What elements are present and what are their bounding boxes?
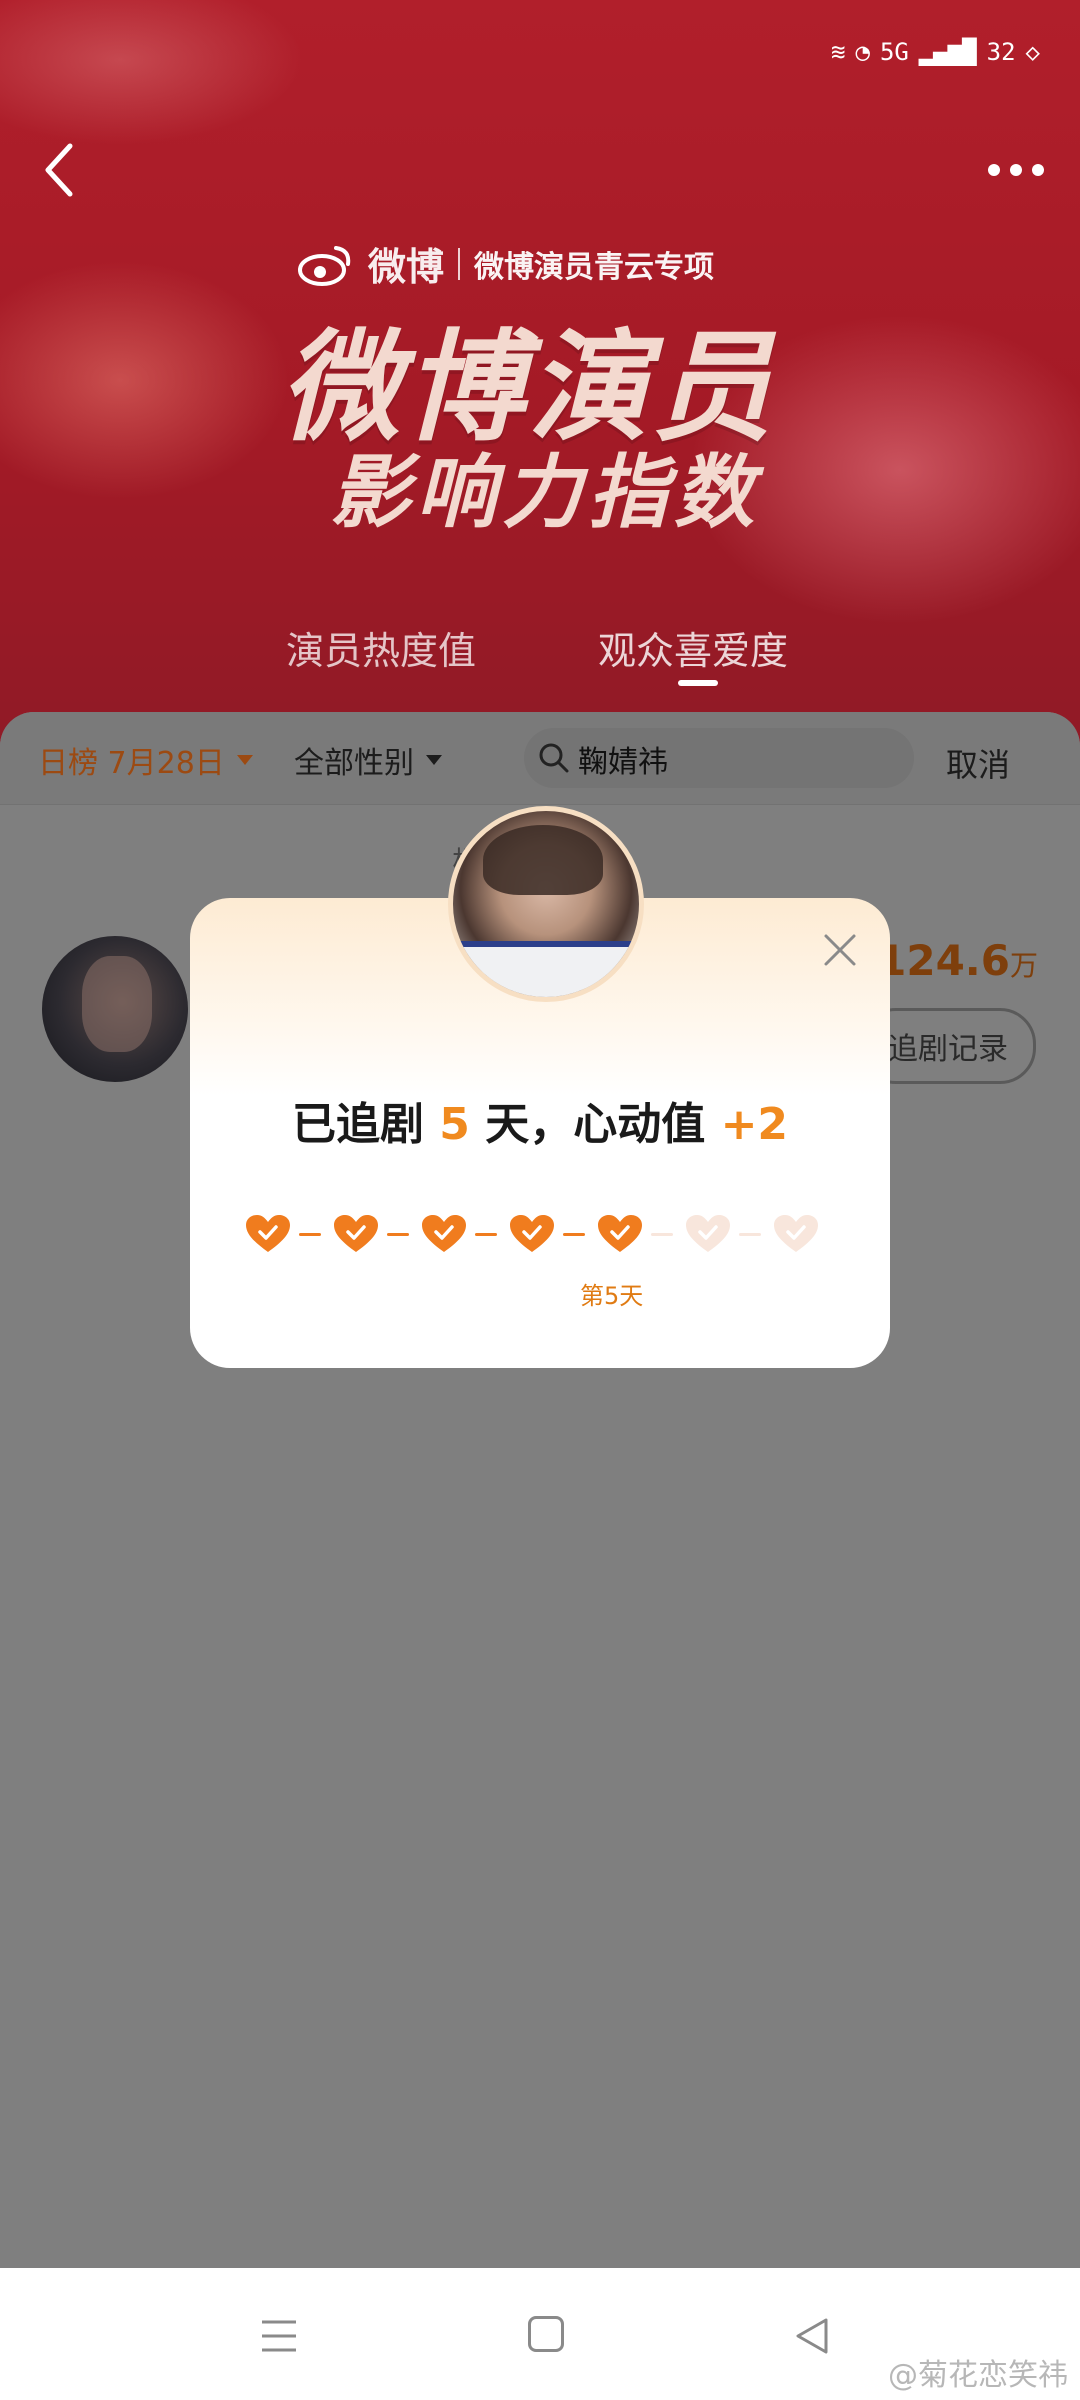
more-button[interactable] <box>974 150 1044 190</box>
avatar <box>42 936 188 1082</box>
tab-bar: 演员热度值 观众喜爱度 <box>0 620 1080 680</box>
brand-row: 微博 微博演员青云专项 <box>298 236 714 291</box>
brand-divider <box>458 247 461 280</box>
progress-connector <box>299 1233 321 1236</box>
modal-title: 已追剧 5 天，心动值 +2 <box>190 1088 890 1152</box>
gender-filter-dropdown[interactable]: 全部性别 <box>294 738 442 782</box>
progress-connector <box>563 1233 585 1236</box>
heart-progress <box>244 1214 820 1254</box>
battery-level: 32 <box>986 38 1016 66</box>
days-count: 5 <box>439 1099 470 1150</box>
header-banner: ≋ ◔ 5G ▂▄▆█ 32 ◇ 微博 微博演员青云专项 微博演员 影响力指数 … <box>0 0 1080 760</box>
row-score-value: 124.6 <box>877 936 1010 985</box>
menu-icon[interactable] <box>260 2318 298 2354</box>
progress-connector <box>739 1233 761 1236</box>
heart-filled-icon <box>598 1215 642 1252</box>
modal-avatar <box>448 806 644 1002</box>
cancel-button[interactable]: 取消 <box>946 740 1010 786</box>
date-filter-label: 日榜 7月28日 <box>38 746 225 781</box>
heart-filled-icon <box>334 1215 378 1252</box>
filter-bar: 日榜 7月28日 全部性别 取消 <box>0 712 1080 805</box>
signal-icon: ▂▄▆█ <box>918 38 977 66</box>
caret-down-icon <box>426 755 442 765</box>
search-input[interactable] <box>576 742 900 776</box>
row-score: 124.6万 <box>877 936 1038 985</box>
cat-icon: ◔ <box>855 38 870 66</box>
title-prefix: 已追剧 <box>291 1099 424 1150</box>
heart-empty-icon <box>774 1215 818 1252</box>
heart-filled-icon <box>510 1215 554 1252</box>
watermark: @菊花恋笑祎 <box>888 2358 1068 2393</box>
chevron-left-icon <box>45 143 73 197</box>
row-score-unit: 万 <box>1009 949 1038 982</box>
cake-icon: ◇ <box>1025 38 1040 66</box>
progress-connector <box>387 1233 409 1236</box>
progress-connector <box>475 1233 497 1236</box>
tab-audience-favor[interactable]: 观众喜爱度 <box>598 620 788 675</box>
network-label: 5G <box>879 38 909 66</box>
close-icon <box>824 934 856 966</box>
day-label: 第5天 <box>580 1282 644 1310</box>
status-bar: ≋ ◔ 5G ▂▄▆█ 32 ◇ <box>831 38 1040 66</box>
back-icon[interactable] <box>792 2316 832 2356</box>
heart-empty-icon <box>686 1215 730 1252</box>
close-button[interactable] <box>822 932 858 968</box>
progress-connector <box>651 1233 673 1236</box>
tab-actor-heat[interactable]: 演员热度值 <box>286 620 476 675</box>
active-tab-indicator <box>678 680 718 686</box>
search-icon <box>539 743 569 773</box>
more-dot-icon <box>1032 164 1044 176</box>
bonus-value: +2 <box>720 1099 789 1150</box>
wifi-icon: ≋ <box>831 38 846 66</box>
brand-subtitle: 微博演员青云专项 <box>474 249 715 285</box>
search-box[interactable] <box>524 728 914 788</box>
more-dot-icon <box>988 164 1000 176</box>
brand-logo-text: 微博 <box>368 245 445 289</box>
home-icon[interactable] <box>528 2316 564 2352</box>
more-dot-icon <box>1010 164 1022 176</box>
weibo-eye-icon <box>298 245 351 286</box>
heart-filled-icon <box>422 1215 466 1252</box>
back-button[interactable] <box>36 140 86 200</box>
title-mid: 天，心动值 <box>485 1099 706 1150</box>
caret-down-icon <box>236 755 253 765</box>
date-filter-dropdown[interactable]: 日榜 7月28日 <box>38 738 253 782</box>
heart-filled-icon <box>246 1215 290 1252</box>
gender-filter-label: 全部性别 <box>294 746 414 781</box>
banner-subtitle: 影响力指数 <box>330 446 760 539</box>
